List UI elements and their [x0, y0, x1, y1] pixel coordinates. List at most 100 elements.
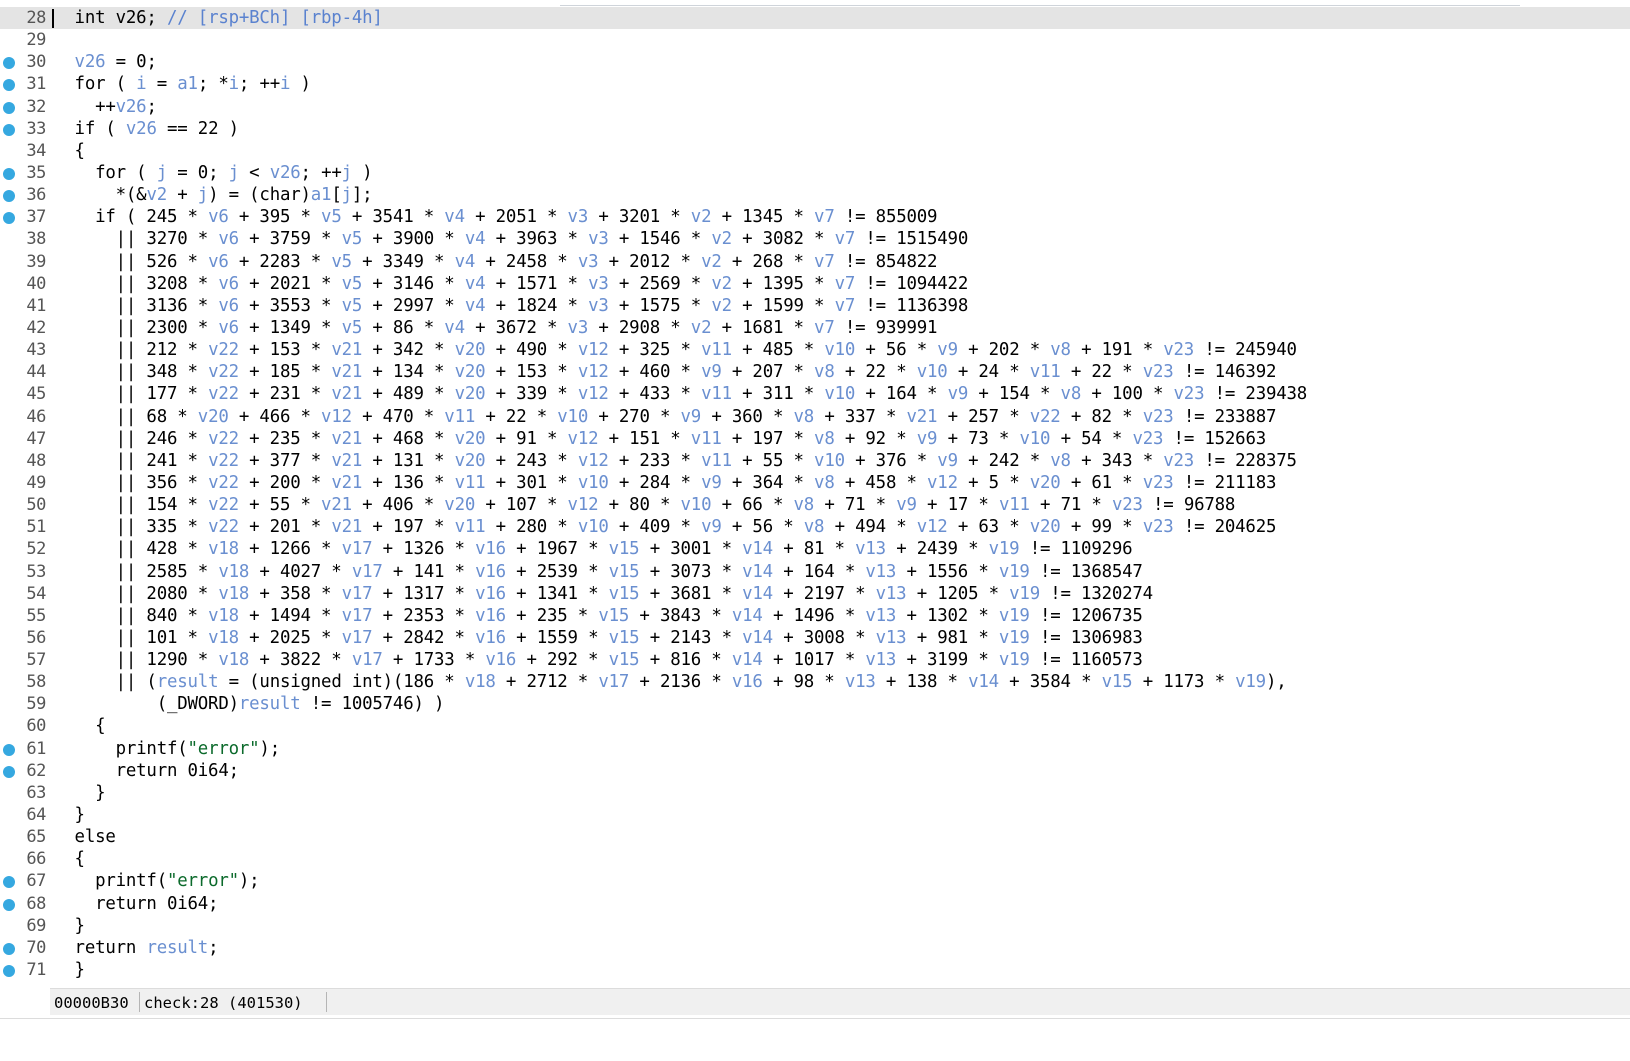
- identifier-token[interactable]: v16: [475, 606, 506, 626]
- identifier-token[interactable]: v20: [455, 451, 486, 471]
- identifier-token[interactable]: v18: [465, 672, 496, 692]
- identifier-token[interactable]: v18: [218, 562, 249, 582]
- identifier-token[interactable]: v12: [578, 340, 609, 360]
- code-line[interactable]: 58 || (result = (unsigned int)(186 * v18…: [0, 671, 1630, 693]
- identifier-token[interactable]: v4: [444, 207, 465, 227]
- code-text[interactable]: }: [54, 959, 85, 981]
- identifier-token[interactable]: v7: [814, 318, 835, 338]
- code-line[interactable]: 56 || 101 * v18 + 2025 * v17 + 2842 * v1…: [0, 627, 1630, 649]
- identifier-token[interactable]: v5: [342, 229, 363, 249]
- identifier-token[interactable]: v11: [444, 407, 475, 427]
- identifier-token[interactable]: v17: [342, 606, 373, 626]
- code-line[interactable]: 43 || 212 * v22 + 153 * v21 + 342 * v20 …: [0, 339, 1630, 361]
- code-line[interactable]: 51 || 335 * v22 + 201 * v21 + 197 * v11 …: [0, 516, 1630, 538]
- identifier-token[interactable]: v21: [331, 384, 362, 404]
- identifier-token[interactable]: v19: [1235, 672, 1266, 692]
- identifier-token[interactable]: v6: [218, 318, 239, 338]
- code-line[interactable]: 44 || 348 * v22 + 185 * v21 + 134 * v20 …: [0, 361, 1630, 383]
- code-text[interactable]: {: [54, 715, 105, 737]
- code-text[interactable]: || 154 * v22 + 55 * v21 + 406 * v20 + 10…: [54, 494, 1236, 516]
- code-text[interactable]: || 212 * v22 + 153 * v21 + 342 * v20 + 4…: [54, 339, 1297, 361]
- identifier-token[interactable]: v10: [578, 473, 609, 493]
- code-line[interactable]: 42 || 2300 * v6 + 1349 * v5 + 86 * v4 + …: [0, 317, 1630, 339]
- identifier-token[interactable]: v21: [321, 495, 352, 515]
- identifier-token[interactable]: v23: [1143, 407, 1174, 427]
- identifier-token[interactable]: v26: [126, 119, 157, 139]
- identifier-token[interactable]: v20: [1030, 517, 1061, 537]
- identifier-token[interactable]: v26: [116, 97, 147, 117]
- identifier-token[interactable]: v23: [1132, 429, 1163, 449]
- identifier-token[interactable]: v12: [927, 473, 958, 493]
- identifier-token[interactable]: v3: [568, 207, 589, 227]
- identifier-token[interactable]: v22: [208, 340, 239, 360]
- code-text[interactable]: if ( v26 == 22 ): [54, 118, 240, 140]
- code-text[interactable]: {: [54, 140, 85, 162]
- identifier-token[interactable]: v12: [321, 407, 352, 427]
- identifier-token[interactable]: v18: [208, 539, 239, 559]
- identifier-token[interactable]: v16: [485, 650, 516, 670]
- identifier-token[interactable]: v22: [208, 362, 239, 382]
- identifier-token[interactable]: v14: [742, 539, 773, 559]
- identifier-token[interactable]: v7: [835, 274, 856, 294]
- identifier-token[interactable]: a1: [311, 185, 332, 205]
- identifier-token[interactable]: v22: [208, 495, 239, 515]
- identifier-token[interactable]: v5: [331, 252, 352, 272]
- identifier-token[interactable]: v10: [824, 384, 855, 404]
- identifier-token[interactable]: v21: [331, 362, 362, 382]
- identifier-token[interactable]: v7: [835, 296, 856, 316]
- code-line[interactable]: 36 *(&v2 + j) = (char)a1[j];: [0, 184, 1630, 206]
- identifier-token[interactable]: v18: [208, 628, 239, 648]
- identifier-token[interactable]: j: [342, 185, 352, 205]
- identifier-token[interactable]: v17: [342, 539, 373, 559]
- identifier-token[interactable]: v23: [1143, 473, 1174, 493]
- code-line[interactable]: 52 || 428 * v18 + 1266 * v17 + 1326 * v1…: [0, 538, 1630, 560]
- identifier-token[interactable]: v17: [342, 584, 373, 604]
- identifier-token[interactable]: v7: [814, 252, 835, 272]
- identifier-token[interactable]: v22: [208, 451, 239, 471]
- identifier-token[interactable]: v4: [465, 229, 486, 249]
- identifier-token[interactable]: j: [229, 163, 239, 183]
- code-line[interactable]: 49 || 356 * v22 + 200 * v21 + 136 * v11 …: [0, 472, 1630, 494]
- identifier-token[interactable]: v13: [865, 606, 896, 626]
- identifier-token[interactable]: v8: [804, 517, 825, 537]
- code-line[interactable]: 68 return 0i64;: [0, 893, 1630, 915]
- identifier-token[interactable]: v20: [455, 362, 486, 382]
- identifier-token[interactable]: v13: [855, 539, 886, 559]
- identifier-token[interactable]: v10: [578, 517, 609, 537]
- identifier-token[interactable]: v3: [568, 318, 589, 338]
- identifier-token[interactable]: v2: [146, 185, 167, 205]
- identifier-token[interactable]: v9: [896, 495, 917, 515]
- identifier-token[interactable]: v5: [321, 207, 342, 227]
- identifier-token[interactable]: v15: [609, 650, 640, 670]
- code-line[interactable]: 69 }: [0, 915, 1630, 937]
- code-text[interactable]: || 3270 * v6 + 3759 * v5 + 3900 * v4 + 3…: [54, 228, 969, 250]
- identifier-token[interactable]: v26: [75, 52, 106, 72]
- identifier-token[interactable]: v14: [742, 628, 773, 648]
- identifier-token[interactable]: v10: [1019, 429, 1050, 449]
- identifier-token[interactable]: v13: [876, 628, 907, 648]
- identifier-token[interactable]: v11: [1030, 362, 1061, 382]
- code-text[interactable]: || 2300 * v6 + 1349 * v5 + 86 * v4 + 367…: [54, 317, 938, 339]
- identifier-token[interactable]: v9: [937, 451, 958, 471]
- identifier-token[interactable]: i: [136, 74, 146, 94]
- code-line[interactable]: 63 }: [0, 782, 1630, 804]
- identifier-token[interactable]: v2: [711, 296, 732, 316]
- identifier-token[interactable]: v9: [701, 362, 722, 382]
- identifier-token[interactable]: v8: [1050, 340, 1071, 360]
- identifier-token[interactable]: v15: [609, 628, 640, 648]
- identifier-token[interactable]: v6: [218, 274, 239, 294]
- identifier-token[interactable]: v9: [948, 384, 969, 404]
- identifier-token[interactable]: j: [342, 163, 352, 183]
- identifier-token[interactable]: v3: [588, 296, 609, 316]
- code-line[interactable]: 66 {: [0, 848, 1630, 870]
- code-line[interactable]: 39 || 526 * v6 + 2283 * v5 + 3349 * v4 +…: [0, 251, 1630, 273]
- code-text[interactable]: }: [54, 782, 105, 804]
- identifier-token[interactable]: v22: [208, 473, 239, 493]
- code-text[interactable]: || 177 * v22 + 231 * v21 + 489 * v20 + 3…: [54, 383, 1308, 405]
- code-line[interactable]: 35 for ( j = 0; j < v26; ++j ): [0, 162, 1630, 184]
- identifier-token[interactable]: v2: [711, 229, 732, 249]
- code-text[interactable]: || 348 * v22 + 185 * v21 + 134 * v20 + 1…: [54, 361, 1277, 383]
- identifier-token[interactable]: i: [229, 74, 239, 94]
- identifier-token[interactable]: v21: [331, 340, 362, 360]
- identifier-token[interactable]: v17: [342, 628, 373, 648]
